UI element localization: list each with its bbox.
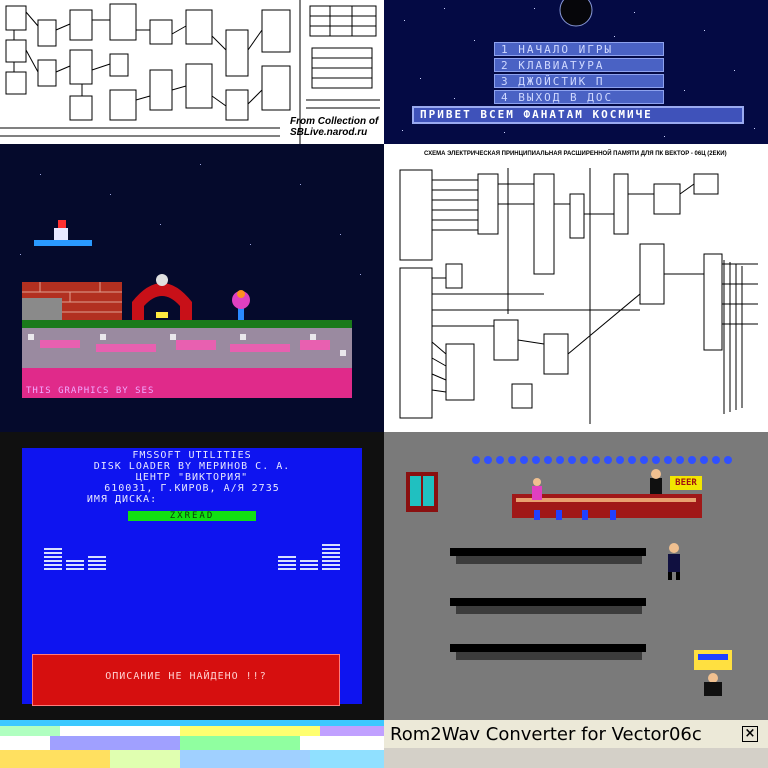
menu-item-start[interactable]: 1 НАЧАЛО ИГРЫ [494,42,664,56]
bar-scene [406,456,732,696]
rom2wav-window-thumbnail[interactable]: Rom2Wav Converter for Vector06c × [384,720,768,768]
shelf-2 [450,598,646,614]
bar-game-thumbnail[interactable]: BEER [384,432,768,720]
scrolling-banner: ПРИВЕТ ВСЕМ ФАНАТАМ КОСМИЧЕ [412,106,744,124]
credit-line-1: From Collection of [290,116,379,127]
loader-header-line-3: ЦЕНТР "ВИКТОРИЯ" [135,472,249,483]
menu-item-exit[interactable]: 4 ВЫХОД В ДОС [494,90,664,104]
level-meters [44,544,340,570]
memory-schematic-thumbnail[interactable]: СХЕМА ЭЛЕКТРИЧЕСКАЯ ПРИНЦИПИАЛЬНАЯ РАСШИ… [384,144,768,432]
color-bars [0,720,384,768]
schematic-thumbnail-1[interactable]: From Collection of SBLive.narod.ru [0,0,384,144]
disk-loader-thumbnail[interactable]: FMSSOFT UTILITIES DISK LOADER BY МЕРИНОВ… [0,432,384,720]
platformer-thumbnail[interactable]: THIS GRAPHICS BY SES [0,144,384,432]
waiter-icon [668,543,680,580]
menu-item-joystick[interactable]: 3 ДЖОЙСТИК П [494,74,664,88]
disk-name-field[interactable]: ZXREAD [128,511,256,521]
hero-on-hoverboard-icon [34,220,92,246]
collection-credit: From Collection of SBLive.narod.ru [290,116,378,138]
loader-header-line-1: FMSSOFT UTILITIES [132,450,252,461]
menu-item-keyboard[interactable]: 2 КЛАВИАТУРА [494,58,664,72]
saloon-door-icon [406,472,438,512]
cashier-icon [694,650,732,696]
bartender-icon [650,469,662,494]
loader-header-line-4: 610031, Г.КИРОВ, А/Я 2735 [104,483,280,494]
credit-line-2: SBLive.narod.ru [290,127,368,138]
grass-strip [22,320,352,328]
close-icon[interactable]: × [742,726,758,742]
window-titlebar[interactable]: Rom2Wav Converter for Vector06c × [384,720,768,748]
game-menu-thumbnail[interactable]: 1 НАЧАЛО ИГРЫ 2 КЛАВИАТУРА 3 ДЖОЙСТИК П … [384,0,768,144]
beer-sign: BEER [670,476,702,490]
graphics-credit: THIS GRAPHICS BY SES [26,386,155,396]
description-not-found-message: ОПИСАНИЕ НЕ НАЙДЕНО !!? [105,671,267,682]
color-bars-thumbnail[interactable] [0,720,384,768]
memory-schematic-drawing [399,168,758,424]
disk-name-label: ИМЯ ДИСКА: [86,494,158,505]
patron-icon [532,478,542,500]
planet-icon [559,0,593,27]
shelf-1 [450,548,646,564]
loader-screen: FMSSOFT UTILITIES DISK LOADER BY МЕРИНОВ… [22,448,362,706]
shelf-3 [450,644,646,660]
window-title: Rom2Wav Converter for Vector06c [390,724,702,745]
loader-header-line-2: DISK LOADER BY МЕРИНОВ С. А. [93,461,291,472]
message-box: ОПИСАНИЕ НЕ НАЙДЕНО !!? [32,654,340,706]
